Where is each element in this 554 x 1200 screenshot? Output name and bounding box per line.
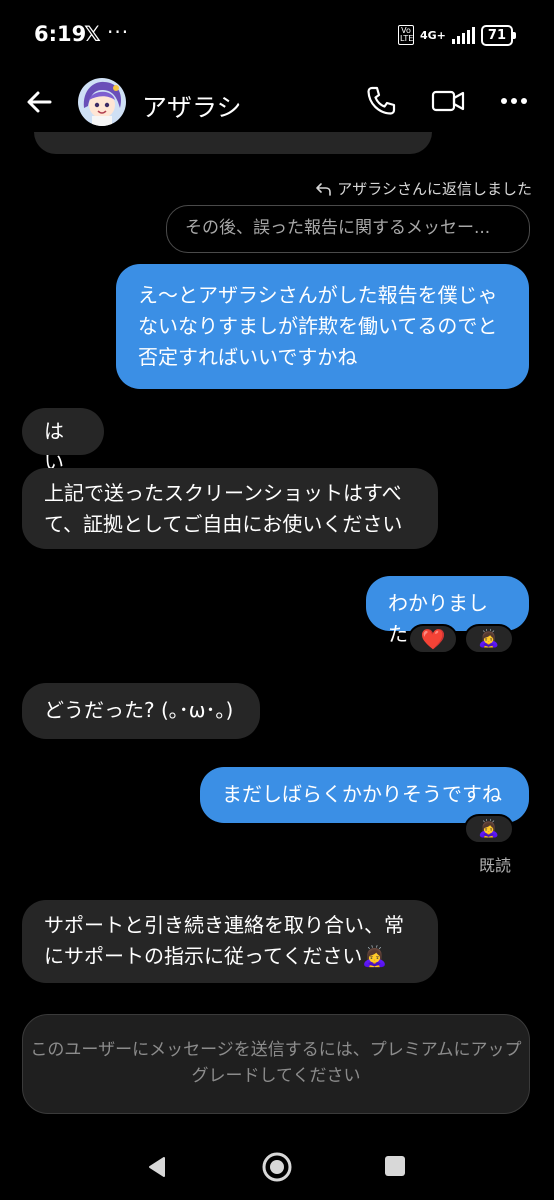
message-bubble-outgoing[interactable]: え〜とアザラシさんがした報告を僕じゃないなりすましが詐欺を働いてるのでと否定すれ…	[116, 264, 529, 389]
recents-square-icon[interactable]	[382, 1153, 408, 1179]
more-icon[interactable]	[497, 86, 531, 116]
avatar[interactable]	[78, 78, 126, 126]
bow-emoji-icon: 🙇‍♀️	[478, 819, 500, 839]
message-bubble-incoming[interactable]: どうだった? (｡･ω･｡)	[22, 683, 260, 739]
message-bubble-incoming[interactable]: サポートと引き続き連絡を取り合い、常にサポートの指示に従ってください🙇‍♀️	[22, 900, 438, 983]
volte-icon: Vo LTE	[398, 25, 414, 45]
status-bar: 6:19 𝕏 ··· Vo LTE 4G+ 71	[0, 0, 554, 70]
network-type: 4G+	[420, 28, 446, 42]
reaction-bow[interactable]: 🙇‍♀️	[464, 814, 514, 844]
message-text: どうだった? (｡･ω･｡)	[44, 698, 234, 722]
message-bubble-outgoing[interactable]: わかりました	[366, 576, 529, 646]
phone-icon[interactable]	[364, 84, 398, 118]
video-icon[interactable]	[430, 84, 466, 118]
heart-icon: ❤️	[420, 627, 446, 651]
back-arrow-icon[interactable]	[22, 84, 58, 120]
reply-note-text: アザラシさんに返信しました	[337, 180, 532, 198]
contact-name[interactable]: アザラシ	[142, 88, 242, 124]
message-bubble-incoming[interactable]: 上記で送ったスクリーンショットはすべて、証拠としてご自由にお使いください	[22, 468, 438, 549]
battery-level: 71	[480, 24, 513, 46]
reaction-heart[interactable]: ❤️	[408, 624, 458, 654]
home-circle-icon[interactable]	[260, 1150, 294, 1184]
message-text: え〜とアザラシさんがした報告を僕じゃないなりすましが詐欺を働いてるのでと否定すれ…	[138, 283, 498, 369]
system-navigation-bar	[0, 1134, 554, 1200]
premium-upgrade-notice: このユーザーにメッセージを送信するには、プレミアムにアップグレードしてください	[22, 1014, 530, 1114]
signal-icon	[451, 26, 475, 44]
composer-notice-text: このユーザーにメッセージを送信するには、プレミアムにアップグレードしてください	[30, 1040, 522, 1086]
message-text: 上記で送ったスクリーンショットはすべて、証拠としてご自由にお使いください	[44, 481, 403, 536]
status-time: 6:19	[34, 22, 87, 46]
read-receipt: 既読	[478, 856, 511, 875]
reply-note: アザラシさんに返信しました	[315, 178, 532, 199]
reply-arrow-icon	[316, 182, 332, 196]
back-triangle-icon[interactable]	[142, 1152, 172, 1182]
battery-icon: 71	[480, 24, 516, 46]
more-notifications-icon: ···	[107, 20, 130, 44]
message-text: サポートと引き続き連絡を取り合い、常にサポートの指示に従ってください🙇‍♀️	[44, 913, 404, 968]
previous-message-fragment	[34, 132, 432, 154]
reaction-bow[interactable]: 🙇‍♀️	[464, 624, 514, 654]
bow-emoji-icon: 🙇‍♀️	[478, 629, 500, 649]
message-bubble-incoming[interactable]: はい	[22, 408, 104, 474]
chat-header: アザラシ	[0, 70, 554, 138]
status-indicators: Vo LTE 4G+ 71	[398, 22, 516, 48]
message-text: まだしばらくかかりそうですね	[222, 782, 502, 806]
message-text: はい	[44, 419, 64, 474]
quoted-message[interactable]: その後、誤った報告に関するメッセー...	[166, 205, 530, 253]
x-app-icon: 𝕏	[84, 22, 101, 46]
